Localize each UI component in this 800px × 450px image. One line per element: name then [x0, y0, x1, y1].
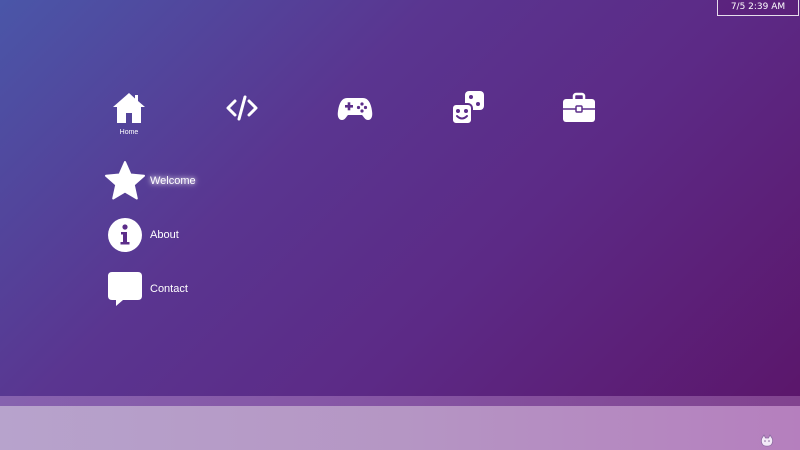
side-item-label: About [150, 229, 179, 241]
gamepad-icon [337, 98, 373, 120]
side-item-about[interactable]: About [104, 214, 179, 256]
chat-bubble-icon [104, 268, 146, 310]
work-launcher[interactable] [549, 90, 609, 140]
games-launcher[interactable] [325, 90, 385, 140]
side-item-welcome[interactable]: Welcome [104, 160, 196, 202]
side-item-contact[interactable]: Contact [104, 268, 188, 310]
clock[interactable]: 7/5 2:39 AM [717, 0, 799, 16]
info-icon [104, 214, 146, 256]
dice-icon [451, 91, 484, 125]
home-launcher[interactable]: Home [99, 90, 159, 140]
side-item-label: Contact [150, 283, 188, 295]
taskbar [0, 406, 800, 450]
side-item-label: Welcome [150, 175, 196, 187]
star-icon [104, 160, 146, 202]
home-label: Home [119, 129, 139, 136]
cat-icon[interactable] [760, 434, 774, 448]
code-icon [226, 95, 258, 121]
code-launcher[interactable] [212, 90, 272, 140]
dice-launcher[interactable] [438, 90, 498, 140]
briefcase-icon [563, 92, 595, 122]
home-icon [113, 93, 145, 123]
